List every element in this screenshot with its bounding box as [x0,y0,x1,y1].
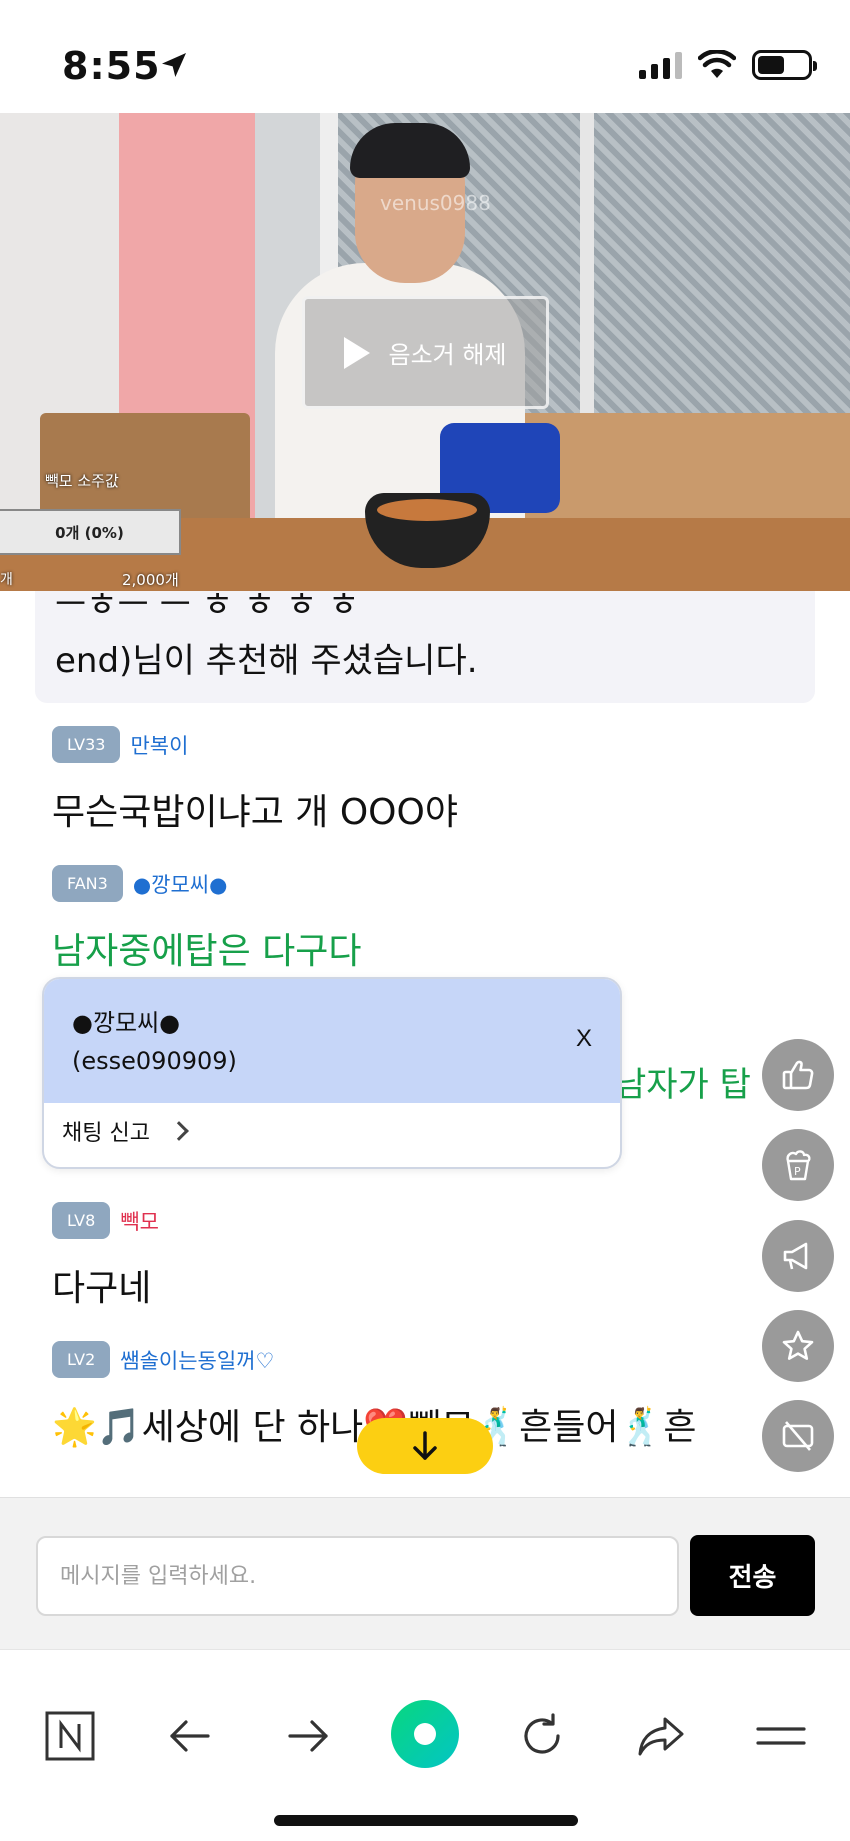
unmute-button[interactable]: 음소거 해제 [302,296,549,409]
report-chat-button[interactable]: 채팅 신고 [62,1115,189,1147]
chat-message[interactable]: LV33 만복이 무슨국밥이냐고 개 OOO야 [52,726,458,835]
forward-arrow-icon [288,1720,328,1752]
poll-left-count: 개 [0,572,13,588]
chat-text: 다구네 [52,1268,152,1309]
popcorn-icon: P [786,1150,811,1181]
menu-icon [756,1727,806,1745]
browser-toolbar [0,1649,850,1841]
hide-video-button[interactable] [762,1400,834,1472]
wifi-icon [698,50,736,78]
popcorn-button[interactable]: P [762,1129,834,1201]
naver-icon [45,1711,95,1761]
chat-message-input[interactable] [36,1536,679,1616]
user-popup[interactable]: ●깡모씨● (esse090909) X 채팅 신고 [42,977,622,1169]
status-time: 8:55 [62,44,161,88]
green-dot-button[interactable] [389,1698,461,1770]
poll-amount: 2,000개 [122,571,179,589]
video-watermark: venus0988 [380,191,491,215]
level-badge: LV2 [52,1341,111,1378]
announce-button[interactable] [762,1220,834,1292]
chevron-right-icon [169,1121,189,1141]
share-icon [638,1717,684,1756]
refresh-button[interactable] [514,1708,570,1764]
chat-nickname[interactable]: 만복이 [130,730,188,760]
location-arrow-icon [162,53,186,77]
chat-text: 남자중에탑은 다구다 [52,931,362,972]
status-bar: 8:55 [0,0,850,113]
chat-text-partial: 남자가 탑 [615,1065,751,1105]
back-arrow-icon [170,1720,210,1752]
popup-close-button[interactable]: X [576,1025,592,1053]
level-badge: LV33 [52,726,121,763]
poll-title: 빽모 소주값 [45,472,119,490]
unmute-label: 음소거 해제 [388,341,507,369]
chat-nickname[interactable]: ●깡모씨● [133,869,228,899]
chat-message[interactable]: LV8 빽모 다구네 [52,1202,159,1311]
arrow-down-icon [413,1431,437,1460]
green-dot-icon [391,1700,459,1768]
naver-home-button[interactable] [42,1708,98,1764]
notice-cut-line: ㅡㅎㅡ ㅡ ㅎ ㅎ ㅎ ㅎ [55,591,360,625]
chat-input-bar: 전송 [0,1497,850,1649]
poll-progress-bar: 0개 (0%) [0,509,181,555]
svg-text:P: P [794,1165,801,1178]
chat-text: 무슨국밥이냐고 개 OOO야 [52,792,458,833]
hide-video-icon [782,1421,814,1451]
share-button[interactable] [633,1708,689,1764]
back-button[interactable] [162,1708,218,1764]
star-icon [782,1330,814,1360]
megaphone-icon [783,1242,808,1270]
favorite-button[interactable] [762,1310,834,1382]
play-icon [344,336,371,369]
battery-icon [752,50,817,80]
status-icons [639,50,817,80]
home-indicator [274,1815,578,1826]
forward-button[interactable] [280,1708,336,1764]
thumbs-up-icon [782,1060,814,1090]
cellular-signal-icon [639,51,682,79]
video-player[interactable]: venus0988 음소거 해제 빽모 소주값 0개 (0%) 개 2,000개 [0,113,850,591]
chat-message[interactable]: FAN3 ●깡모씨● 남자중에탑은 다구다 [52,865,362,974]
popup-nickname: ●깡모씨● [72,1009,181,1037]
menu-button[interactable] [753,1708,809,1764]
chat-nickname[interactable]: 빽모 [120,1206,159,1236]
report-chat-label: 채팅 신고 [62,1121,150,1146]
chat-notice: ㅡㅎㅡ ㅡ ㅎ ㅎ ㅎ ㅎ end)님이 추천해 주셨습니다. [35,591,815,703]
fan-badge: FAN3 [52,865,123,902]
level-badge: LV8 [52,1202,111,1239]
send-button[interactable]: 전송 [690,1535,815,1616]
like-button[interactable] [762,1039,834,1111]
chat-nickname[interactable]: 쌤솔이는동일꺼♡ [120,1345,274,1375]
refresh-icon [524,1713,560,1754]
scroll-to-bottom-button[interactable] [357,1418,493,1474]
notice-text: end)님이 추천해 주셨습니다. [55,641,478,681]
popup-user-id: (esse090909) [72,1047,237,1075]
